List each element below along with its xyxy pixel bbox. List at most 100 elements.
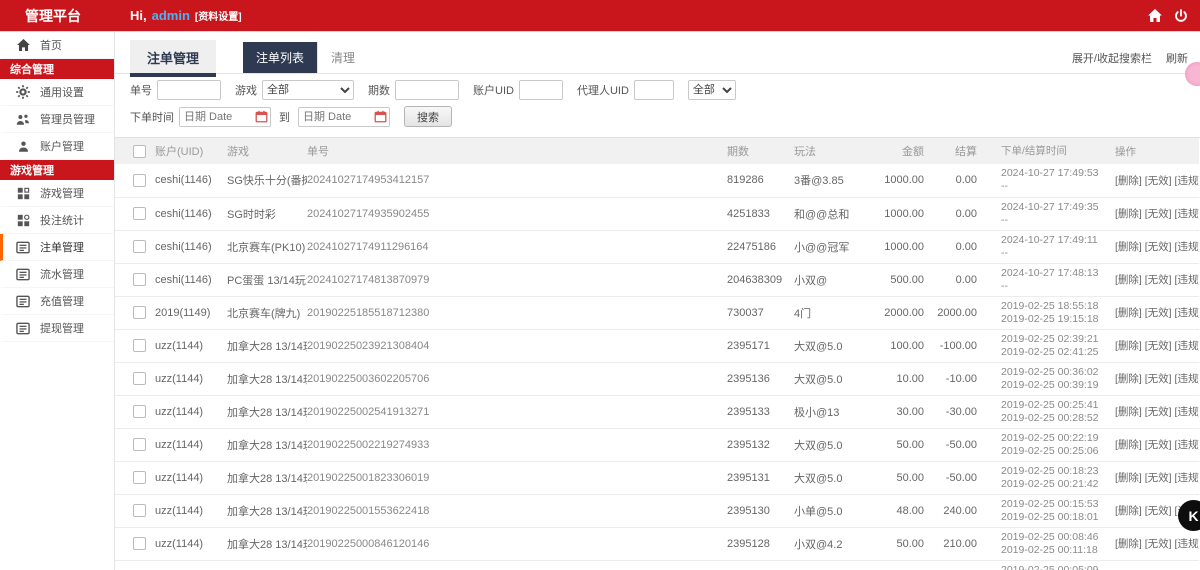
sidebar-item-通用设置[interactable]: 通用设置: [0, 79, 114, 106]
column-header-金额: 金额: [871, 138, 924, 164]
violation-action-link[interactable]: [违规]: [1175, 373, 1199, 385]
cell-order-number: 20190225023921308404: [307, 329, 727, 363]
search-row-1: 单号 游戏 全部 期数 账户UID 代理人UID 全部: [130, 80, 1185, 100]
delete-action-link[interactable]: [删除]: [1115, 505, 1142, 517]
violation-action-link[interactable]: [违规]: [1175, 472, 1199, 484]
sidebar-item-管理员管理[interactable]: 管理员管理: [0, 106, 114, 133]
delete-action-link[interactable]: [删除]: [1115, 307, 1142, 319]
invalid-action-link[interactable]: [无效]: [1145, 373, 1172, 385]
toggle-search-link[interactable]: 展开/收起搜索栏: [1072, 50, 1152, 66]
invalid-action-link[interactable]: [无效]: [1145, 208, 1172, 220]
tab-bar: 注单管理 注单列表 清理 展开/收起搜索栏 刷新: [115, 32, 1200, 77]
refresh-link[interactable]: 刷新: [1166, 50, 1188, 66]
delete-action-link[interactable]: [删除]: [1115, 373, 1142, 385]
cell-settlement: -50.00: [924, 428, 977, 462]
sidebar-item-注单管理[interactable]: 注单管理: [0, 234, 114, 261]
invalid-action-link[interactable]: [无效]: [1145, 241, 1172, 253]
toolbar-links: 展开/收起搜索栏 刷新: [1072, 50, 1188, 66]
cell-order-number: 20190225000509498905: [307, 560, 727, 570]
delete-action-link[interactable]: [删除]: [1115, 241, 1142, 253]
sidebar-section-header: 综合管理: [0, 59, 114, 79]
status-select[interactable]: 全部: [687, 80, 736, 100]
violation-action-link[interactable]: [违规]: [1175, 175, 1199, 187]
invalid-action-link[interactable]: [无效]: [1145, 274, 1172, 286]
user-icon: [16, 139, 30, 153]
table-header: 账户(UID) 游戏 单号 期数 玩法 金额 结算 下单/结算时间 操作: [115, 138, 1199, 164]
sidebar-item-提现管理[interactable]: 提现管理: [0, 315, 114, 342]
user-greeting: Hi, admin [资料设置]: [130, 8, 242, 23]
period-input[interactable]: [395, 80, 459, 100]
violation-action-link[interactable]: [违规]: [1175, 538, 1199, 550]
row-checkbox[interactable]: [133, 471, 146, 484]
doc-icon: [16, 321, 30, 335]
row-checkbox[interactable]: [133, 438, 146, 451]
delete-action-link[interactable]: [删除]: [1115, 472, 1142, 484]
delete-action-link[interactable]: [删除]: [1115, 538, 1142, 550]
violation-action-link[interactable]: [违规]: [1175, 208, 1199, 220]
account-uid-input[interactable]: [518, 80, 563, 100]
violation-action-link[interactable]: [违规]: [1175, 307, 1199, 319]
delete-action-link[interactable]: [删除]: [1115, 340, 1142, 352]
page-title-tab[interactable]: 注单管理: [130, 40, 217, 77]
tab-清理[interactable]: 清理: [317, 42, 368, 73]
violation-action-link[interactable]: [违规]: [1175, 406, 1199, 418]
agent-uid-input[interactable]: [633, 80, 674, 100]
invalid-action-link[interactable]: [无效]: [1145, 538, 1172, 550]
row-checkbox[interactable]: [133, 207, 146, 220]
doc-icon: [16, 267, 30, 281]
delete-action-link[interactable]: [删除]: [1115, 439, 1142, 451]
violation-action-link[interactable]: [违规]: [1175, 340, 1199, 352]
sidebar-item-账户管理[interactable]: 账户管理: [0, 133, 114, 160]
order-no-input[interactable]: [157, 80, 221, 100]
power-icon[interactable]: [1174, 8, 1188, 23]
row-checkbox[interactable]: [133, 372, 146, 385]
delete-action-link[interactable]: [删除]: [1115, 208, 1142, 220]
row-checkbox[interactable]: [133, 273, 146, 286]
row-checkbox[interactable]: [133, 405, 146, 418]
sidebar-item-充值管理[interactable]: 充值管理: [0, 288, 114, 315]
home-icon[interactable]: [1148, 9, 1162, 22]
select-all-checkbox[interactable]: [133, 144, 146, 158]
violation-action-link[interactable]: [违规]: [1175, 274, 1199, 286]
row-checkbox[interactable]: [133, 240, 146, 253]
cell-times: 2019-02-25 00:18:23 2019-02-25 00:21:42: [977, 461, 1109, 495]
tab-注单列表[interactable]: 注单列表: [243, 42, 318, 73]
invalid-action-link[interactable]: [无效]: [1145, 340, 1172, 352]
game-select[interactable]: 全部: [262, 80, 354, 100]
cell-period: 2395171: [727, 329, 794, 363]
calendar-icon[interactable]: [255, 110, 268, 128]
sub-tabs: 注单列表 清理: [243, 42, 368, 73]
calendar-icon[interactable]: [374, 110, 387, 128]
profile-settings-link[interactable]: [资料设置]: [195, 8, 242, 23]
row-checkbox[interactable]: [133, 173, 146, 187]
column-header-玩法: 玩法: [794, 138, 871, 164]
sidebar-item-首页[interactable]: 首页: [0, 32, 114, 59]
cell-period: 2395133: [727, 395, 794, 429]
cell-play-type: 小双@4.2: [794, 527, 871, 561]
delete-action-link[interactable]: [删除]: [1115, 175, 1142, 187]
to-label: 到: [279, 111, 290, 124]
cell-actions: [删除] [无效] [违规]: [1109, 197, 1199, 231]
violation-action-link[interactable]: [违规]: [1175, 241, 1199, 253]
sidebar-item-label: 提现管理: [40, 323, 84, 335]
row-checkbox[interactable]: [133, 537, 146, 550]
sidebar-item-投注统计[interactable]: 投注统计: [0, 207, 114, 234]
cell-account: uzz(1144): [155, 527, 227, 561]
invalid-action-link[interactable]: [无效]: [1145, 175, 1172, 187]
violation-action-link[interactable]: [违规]: [1175, 439, 1199, 451]
invalid-action-link[interactable]: [无效]: [1145, 505, 1172, 517]
row-checkbox[interactable]: [133, 504, 146, 517]
row-checkbox[interactable]: [133, 306, 146, 319]
delete-action-link[interactable]: [删除]: [1115, 406, 1142, 418]
row-checkbox[interactable]: [133, 339, 146, 352]
sidebar-item-流水管理[interactable]: 流水管理: [0, 261, 114, 288]
invalid-action-link[interactable]: [无效]: [1145, 307, 1172, 319]
sidebar-item-游戏管理[interactable]: 游戏管理: [0, 180, 114, 207]
delete-action-link[interactable]: [删除]: [1115, 274, 1142, 286]
invalid-action-link[interactable]: [无效]: [1145, 439, 1172, 451]
invalid-action-link[interactable]: [无效]: [1145, 406, 1172, 418]
sidebar-item-label: 游戏管理: [40, 188, 84, 200]
search-button[interactable]: 搜索: [404, 106, 452, 127]
invalid-action-link[interactable]: [无效]: [1145, 472, 1172, 484]
cell-period: 2395131: [727, 461, 794, 495]
